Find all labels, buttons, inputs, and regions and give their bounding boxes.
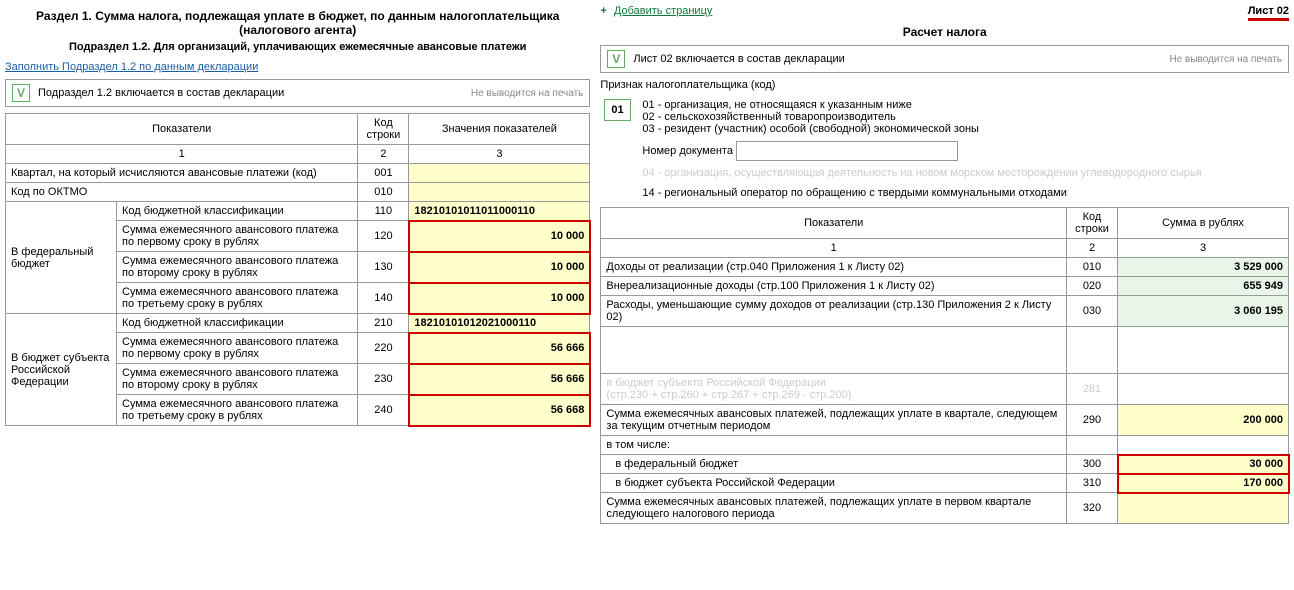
table-row: в бюджет субъекта Российской Федерации (…	[601, 374, 1289, 405]
table-row: в бюджет субъекта Российской Федерации 3…	[601, 474, 1289, 493]
include-label: Подраздел 1.2 включается в состав деклар…	[38, 87, 284, 99]
include-checkbox-row: V Подраздел 1.2 включается в состав декл…	[5, 79, 590, 107]
fed-budget-label: В федеральный бюджет	[6, 202, 117, 314]
subhead-r2: 2	[1067, 239, 1118, 258]
table-row: в федеральный бюджет 300 30 000	[601, 455, 1289, 474]
subhead-2: 2	[358, 145, 409, 164]
subhead-r3: 3	[1118, 239, 1289, 258]
col-code-r: Код строки	[1067, 208, 1118, 239]
tp-option-01: 01 - организация, не относящаяся к указа…	[642, 99, 1285, 111]
table-row: Квартал, на который исчисляются авансовы…	[6, 164, 590, 183]
tp-option-04-faded: 04 - организация, осуществляющая деятель…	[642, 167, 1285, 179]
col-values-r: Сумма в рублях	[1118, 208, 1289, 239]
right-panel: + Добавить страницу Лист 02 Расчет налог…	[600, 5, 1289, 524]
noprint-label: Не выводится на печать	[471, 88, 584, 99]
taxpayer-code-input[interactable]: 01	[604, 99, 630, 121]
left-table: Показатели Код строки Значения показател…	[5, 113, 590, 426]
table-row: Расходы, уменьшающие сумму доходов от ре…	[601, 296, 1289, 327]
col-code: Код строки	[358, 114, 409, 145]
noprint-label: Не выводится на печать	[1169, 54, 1282, 65]
tp-option-03: 03 - резидент (участник) особой (свободн…	[642, 123, 1285, 135]
section-title: Раздел 1. Сумма налога, подлежащая уплат…	[5, 9, 590, 37]
plus-icon: +	[600, 5, 606, 17]
checkbox-icon[interactable]: V	[12, 84, 30, 102]
col-indicators-r: Показатели	[601, 208, 1067, 239]
table-row: Сумма ежемесячных авансовых платежей, по…	[601, 493, 1289, 524]
table-row: Код по ОКТМО 010	[6, 183, 590, 202]
subj-budget-label: В бюджет субъекта Российской Федерации	[6, 314, 117, 426]
col-values: Значения показателей	[409, 114, 590, 145]
left-panel: Раздел 1. Сумма налога, подлежащая уплат…	[5, 5, 590, 524]
incl-label: в том числе:	[601, 436, 1067, 455]
include-label: Лист 02 включается в состав декларации	[633, 53, 844, 65]
subsection-title: Подраздел 1.2. Для организаций, уплачива…	[5, 41, 590, 53]
right-table: Показатели Код строки Сумма в рублях 1 2…	[600, 207, 1289, 524]
calc-title: Расчет налога	[600, 25, 1289, 39]
table-row: Внереализационные доходы (стр.100 Прилож…	[601, 277, 1289, 296]
tp-option-14: 14 - региональный оператор по обращению …	[642, 187, 1285, 199]
include-checkbox-row-right: V Лист 02 включается в состав декларации…	[600, 45, 1289, 73]
docnum-input[interactable]	[736, 141, 958, 161]
docnum-label: Номер документа	[642, 145, 733, 157]
table-row: В бюджет субъекта Российской Федерации К…	[6, 314, 590, 333]
subhead-3: 3	[409, 145, 590, 164]
subhead-1: 1	[6, 145, 358, 164]
table-row: В федеральный бюджет Код бюджетной класс…	[6, 202, 590, 221]
subhead-r1: 1	[601, 239, 1067, 258]
table-row: в том числе:	[601, 436, 1289, 455]
sheet-badge: Лист 02	[1248, 5, 1289, 21]
checkbox-icon[interactable]: V	[607, 50, 625, 68]
taxpayer-sign-label: Признак налогоплательщика (код)	[600, 79, 1289, 91]
add-page-link[interactable]: Добавить страницу	[614, 5, 712, 17]
table-row: Сумма ежемесячных авансовых платежей, по…	[601, 405, 1289, 436]
taxpayer-block: 01 01 - организация, не относящаяся к ук…	[600, 97, 1289, 201]
fill-subsection-link[interactable]: Заполнить Подраздел 1.2 по данным деклар…	[5, 61, 258, 73]
col-indicators: Показатели	[6, 114, 358, 145]
tp-option-02: 02 - сельскохозяйственный товаропроизвод…	[642, 111, 1285, 123]
table-row: Доходы от реализации (стр.040 Приложения…	[601, 258, 1289, 277]
gap-row	[601, 327, 1289, 374]
